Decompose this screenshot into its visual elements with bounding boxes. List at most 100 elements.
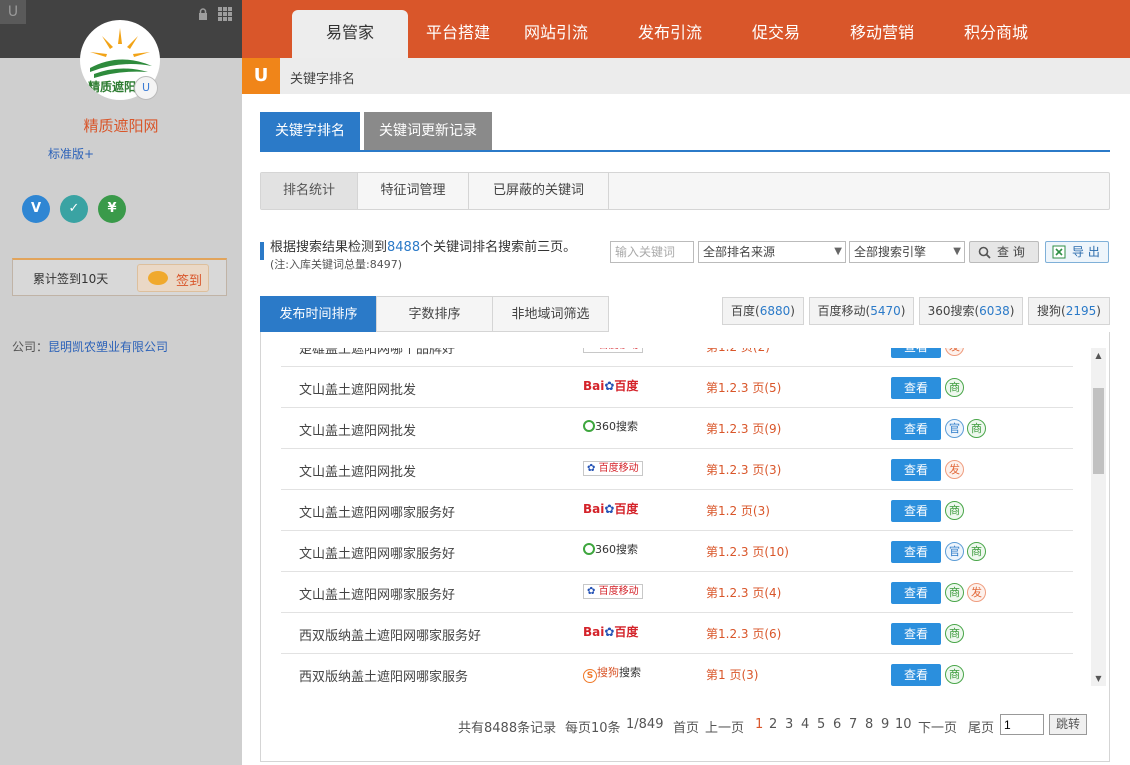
nav-points-mall[interactable]: 积分商城 xyxy=(948,10,1044,58)
pager-last[interactable]: 尾页 xyxy=(968,717,994,736)
rank-text: 第1.2.3 页(10) xyxy=(706,545,789,559)
excel-icon xyxy=(1052,245,1066,259)
view-button[interactable]: 查看 xyxy=(891,377,941,399)
engine-filter-baidu[interactable]: 百度(6880) xyxy=(722,297,804,325)
table-row: 文山盖土遮阳网哪家服务好 Bai✿百度 第1.2 页(3) 查看商 xyxy=(281,490,1073,531)
tag-badge: 商 xyxy=(945,583,964,602)
tab-sort-length[interactable]: 字数排序 xyxy=(376,296,493,332)
tag-badge: 发 xyxy=(945,460,964,479)
tab-keyword-update-log[interactable]: 关键词更新记录 xyxy=(364,112,492,150)
tag-list: 商 xyxy=(945,624,967,644)
engine-filter-360[interactable]: 360搜索(6038) xyxy=(919,297,1023,325)
pager-page-7[interactable]: 7 xyxy=(849,717,857,732)
pager-page-8[interactable]: 8 xyxy=(865,717,873,732)
pager-page-2[interactable]: 2 xyxy=(769,717,777,732)
tab-blocked-keywords[interactable]: 已屏蔽的关键词 xyxy=(469,173,609,209)
view-button[interactable]: 查看 xyxy=(891,582,941,604)
secondary-tabs: 排名统计 特征词管理 已屏蔽的关键词 xyxy=(260,172,1110,210)
table-row: 文山盖土遮阳网批发 ✿ 百度移动 第1.2.3 页(3) 查看发 xyxy=(281,449,1073,490)
baidu-logo: Bai✿百度 xyxy=(583,625,639,639)
nav-trade[interactable]: 促交易 xyxy=(732,10,820,58)
pager-jump-button[interactable]: 跳转 xyxy=(1049,714,1087,735)
summary-bar xyxy=(260,242,264,260)
scroll-up-icon[interactable]: ▲ xyxy=(1091,348,1106,363)
lock-icon[interactable] xyxy=(197,8,209,20)
rank-text: 第1.2 页(3) xyxy=(706,504,770,518)
pager-page-10[interactable]: 10 xyxy=(895,717,912,732)
pager-page-3[interactable]: 3 xyxy=(785,717,793,732)
pager-page-9[interactable]: 9 xyxy=(881,717,889,732)
360-ring-icon xyxy=(583,420,595,432)
company-link[interactable]: 昆明凯农塑业有限公司 xyxy=(48,340,168,354)
nav-yiguanjia[interactable]: 易管家 xyxy=(292,10,408,58)
scrollbar[interactable]: ▲ ▼ xyxy=(1091,348,1106,686)
sogou-logo: S 搜狗搜索 xyxy=(583,666,641,683)
nav-mobile-marketing[interactable]: 移动营销 xyxy=(834,10,930,58)
query-button[interactable]: 查 询 xyxy=(969,241,1039,263)
grid-menu-icon[interactable] xyxy=(218,7,232,21)
engine-select[interactable]: 全部搜索引擎 ▼ xyxy=(849,241,965,263)
view-button[interactable]: 查看 xyxy=(891,623,941,645)
tab-keyword-ranking[interactable]: 关键字排名 xyxy=(260,112,360,150)
view-button[interactable]: 查看 xyxy=(891,348,941,358)
engine-count: 6880 xyxy=(759,304,791,318)
tag-list: 商 xyxy=(945,378,967,398)
view-button[interactable]: 查看 xyxy=(891,459,941,481)
page-title: 关键字排名 xyxy=(290,72,356,87)
yuan-icon[interactable]: ¥ xyxy=(98,195,126,223)
baidu-mobile-logo: ✿ 百度移动 xyxy=(583,584,643,599)
scroll-down-icon[interactable]: ▼ xyxy=(1091,671,1106,686)
nav-platform[interactable]: 平台搭建 xyxy=(408,10,508,58)
keyword-text: 文山盖土遮阳网哪家服务好 xyxy=(299,547,456,562)
pager-next[interactable]: 下一页 xyxy=(918,717,957,736)
scrollbar-thumb[interactable] xyxy=(1093,388,1104,474)
module-logo-icon: U xyxy=(242,58,280,94)
pager-page-1[interactable]: 1 xyxy=(755,717,763,732)
paw-icon: ✿ xyxy=(587,348,595,351)
engine-filter-sogou[interactable]: 搜狗(2195) xyxy=(1028,297,1110,325)
table-row: 文山盖土遮阳网哪家服务好 ✿ 百度移动 第1.2.3 页(4) 查看商发 xyxy=(281,572,1073,613)
engine-filter-baidu-mobile[interactable]: 百度移动(5470) xyxy=(809,297,914,325)
tab-feature-words[interactable]: 特征词管理 xyxy=(358,173,469,209)
view-button[interactable]: 查看 xyxy=(891,500,941,522)
rank-text: 第1.2.3 页(9) xyxy=(706,422,782,436)
view-button[interactable]: 查看 xyxy=(891,664,941,686)
engine-logo: Bai✿百度 xyxy=(583,377,638,397)
pager-page-6[interactable]: 6 xyxy=(833,717,841,732)
pager-prev[interactable]: 上一页 xyxy=(705,717,744,736)
tab-non-regional[interactable]: 非地域词筛选 xyxy=(492,296,609,332)
engine-name: 搜狗 xyxy=(1037,304,1062,318)
search-icon xyxy=(978,246,991,259)
pager-first[interactable]: 首页 xyxy=(673,717,699,736)
export-button[interactable]: 导 出 xyxy=(1045,241,1109,263)
vip-icon[interactable]: V xyxy=(22,195,50,223)
nav-publish-traffic[interactable]: 发布引流 xyxy=(622,10,718,58)
engine-logo: 360搜索 xyxy=(583,418,638,438)
engine-logo: S 搜狗搜索 xyxy=(583,664,641,684)
pager-page-5[interactable]: 5 xyxy=(817,717,825,732)
keyword-text: 文山盖土遮阳网批发 xyxy=(299,465,417,480)
tag-badge: 商 xyxy=(945,624,964,643)
results-table: 楚雄盖土遮阳网哪个品牌好✿ 百度移动第1.2 页(2)查看发文山盖土遮阳网批发B… xyxy=(260,332,1110,762)
source-select[interactable]: 全部排名来源 ▼ xyxy=(698,241,846,263)
engine-logo: ✿ 百度移动 xyxy=(583,582,643,602)
pager-page-4[interactable]: 4 xyxy=(801,717,809,732)
checkin-button[interactable]: 签到 xyxy=(137,264,209,292)
engine-name: 百度 xyxy=(731,304,756,318)
view-button[interactable]: 查看 xyxy=(891,418,941,440)
engine-name: 360搜索 xyxy=(927,304,975,318)
tag-list: 商 xyxy=(945,665,967,685)
engine-select-value: 全部搜索引擎 xyxy=(854,245,927,259)
keyword-text: 文山盖土遮阳网哪家服务好 xyxy=(299,588,456,603)
app-logo-icon[interactable]: U xyxy=(0,0,26,24)
results-list[interactable]: 楚雄盖土遮阳网哪个品牌好✿ 百度移动第1.2 页(2)查看发文山盖土遮阳网批发B… xyxy=(281,348,1073,686)
pager-total: 共有8488条记录 xyxy=(458,721,557,736)
pager-jump-input[interactable] xyxy=(1000,714,1044,735)
keyword-search-input[interactable]: 输入关键词 xyxy=(610,241,694,263)
tab-sort-publish-time[interactable]: 发布时间排序 xyxy=(260,296,377,332)
shield-check-icon[interactable]: ✓ xyxy=(60,195,88,223)
view-button[interactable]: 查看 xyxy=(891,541,941,563)
tab-ranking-stats[interactable]: 排名统计 xyxy=(261,173,358,209)
nav-site-traffic[interactable]: 网站引流 xyxy=(508,10,604,58)
edition-link[interactable]: 标准版+ xyxy=(48,145,94,162)
